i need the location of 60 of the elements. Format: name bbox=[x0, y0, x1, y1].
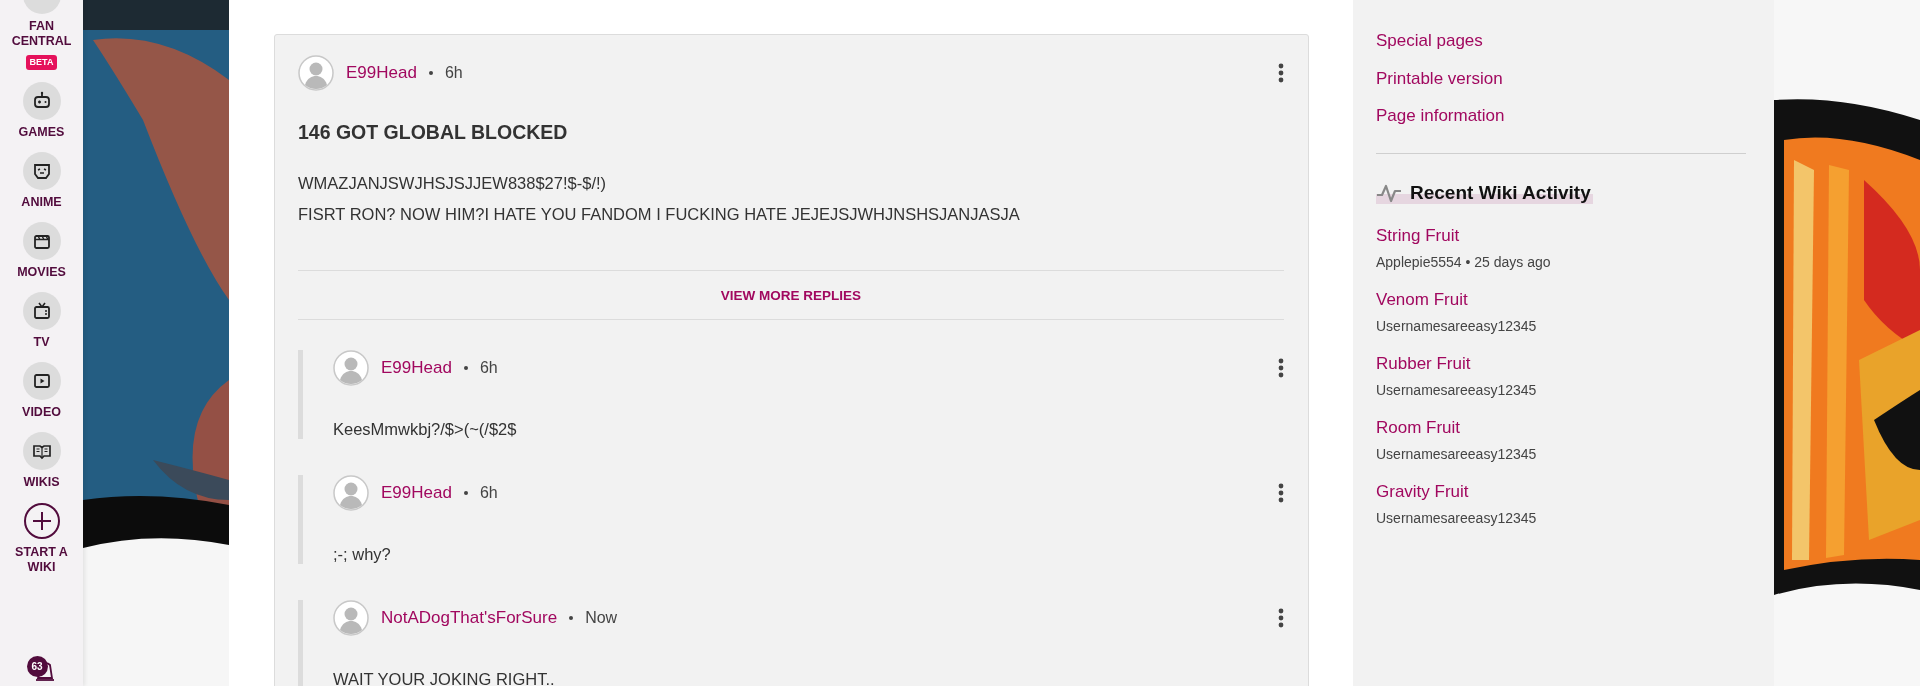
more-options-icon[interactable] bbox=[1278, 607, 1284, 628]
more-options-icon[interactable] bbox=[1278, 63, 1284, 83]
tool-link[interactable]: Special pages bbox=[1376, 22, 1746, 60]
page-link[interactable]: Room Fruit bbox=[1376, 417, 1461, 438]
reply-text: ;-; why? bbox=[333, 544, 392, 564]
edit-meta: Usernamesareeasy12345 bbox=[1376, 317, 1537, 334]
gamepad-icon bbox=[22, 82, 61, 120]
comment-text: FISRT RON? NOW HIM?I HATE YOU FANDOM I FUCKING HATE JEJEJSJWHJNSHSJANJASJA bbox=[298, 204, 1021, 225]
separator-dot bbox=[569, 615, 574, 620]
tv-icon bbox=[22, 292, 61, 330]
clapperboard-icon bbox=[22, 222, 61, 260]
avatar bbox=[333, 474, 369, 511]
edit-meta: Usernamesareeasy12345 bbox=[1376, 381, 1537, 398]
page-link[interactable]: String Fruit bbox=[1376, 225, 1460, 246]
username-link[interactable]: E99Head bbox=[381, 482, 452, 503]
nav-item[interactable]: WIKIS bbox=[3, 432, 80, 490]
page-link[interactable]: Gravity Fruit bbox=[1376, 481, 1469, 502]
reply-text: KeesMmwkbj?/$>(~(/$2$ bbox=[333, 419, 518, 439]
book-icon bbox=[22, 432, 61, 470]
nav-item[interactable]: TV bbox=[3, 292, 80, 350]
nav-item[interactable]: FAN CENTRAL BETA bbox=[3, 0, 80, 70]
page-link[interactable]: Rubber Fruit bbox=[1376, 353, 1471, 374]
edit-meta: Usernamesareeasy12345 bbox=[1376, 509, 1537, 526]
nav-item[interactable]: ANIME bbox=[3, 152, 80, 210]
view-more-replies-button[interactable]: VIEW MORE REPLIES bbox=[710, 271, 872, 319]
separator-dot bbox=[463, 490, 468, 495]
edit-meta: Applepie5554 • 25 days ago bbox=[1376, 253, 1551, 270]
username-link[interactable]: E99Head bbox=[346, 63, 417, 83]
username-link[interactable]: NotADogThat'sForSure bbox=[381, 607, 558, 628]
play-icon bbox=[22, 362, 61, 400]
activity-icon bbox=[1376, 182, 1402, 203]
face-icon bbox=[22, 152, 61, 190]
timestamp: 6h bbox=[479, 483, 498, 502]
avatar bbox=[298, 55, 334, 91]
section-heading: Recent Wiki Activity bbox=[1376, 181, 1593, 204]
nav-item[interactable]: VIDEO bbox=[3, 362, 80, 420]
nav-item[interactable]: GAMES bbox=[3, 82, 80, 140]
separator-dot bbox=[428, 71, 433, 75]
comment-title: 146 GOT GLOBAL BLOCKED bbox=[298, 121, 569, 144]
separator-dot bbox=[463, 365, 468, 370]
nav-item[interactable]: MOVIES bbox=[3, 222, 80, 280]
nav-item[interactable]: START A WIKI bbox=[3, 502, 80, 575]
username-link[interactable]: E99Head bbox=[381, 357, 452, 378]
more-options-icon[interactable] bbox=[1278, 357, 1284, 378]
notification-count: 63 bbox=[26, 656, 48, 677]
beta-badge: BETA bbox=[25, 55, 58, 70]
reply-text: WAIT YOUR JOKING RIGHT.. bbox=[333, 669, 556, 686]
timestamp: 6h bbox=[444, 64, 463, 82]
page-link[interactable]: Venom Fruit bbox=[1376, 289, 1468, 310]
more-options-icon[interactable] bbox=[1278, 482, 1284, 503]
bell-icon[interactable] bbox=[34, 660, 55, 682]
avatar bbox=[333, 599, 369, 636]
timestamp: Now bbox=[585, 608, 618, 627]
edit-meta: Usernamesareeasy12345 bbox=[1376, 445, 1537, 462]
plus-icon bbox=[22, 502, 61, 540]
avatar bbox=[333, 349, 369, 386]
comment-text: WMAZJANJSWJHSJSJJEW838$27!$-$/!) bbox=[298, 173, 608, 194]
timestamp: 6h bbox=[479, 358, 498, 377]
tool-link[interactable]: Page information bbox=[1376, 97, 1746, 135]
tool-link[interactable]: Printable version bbox=[1376, 59, 1746, 97]
